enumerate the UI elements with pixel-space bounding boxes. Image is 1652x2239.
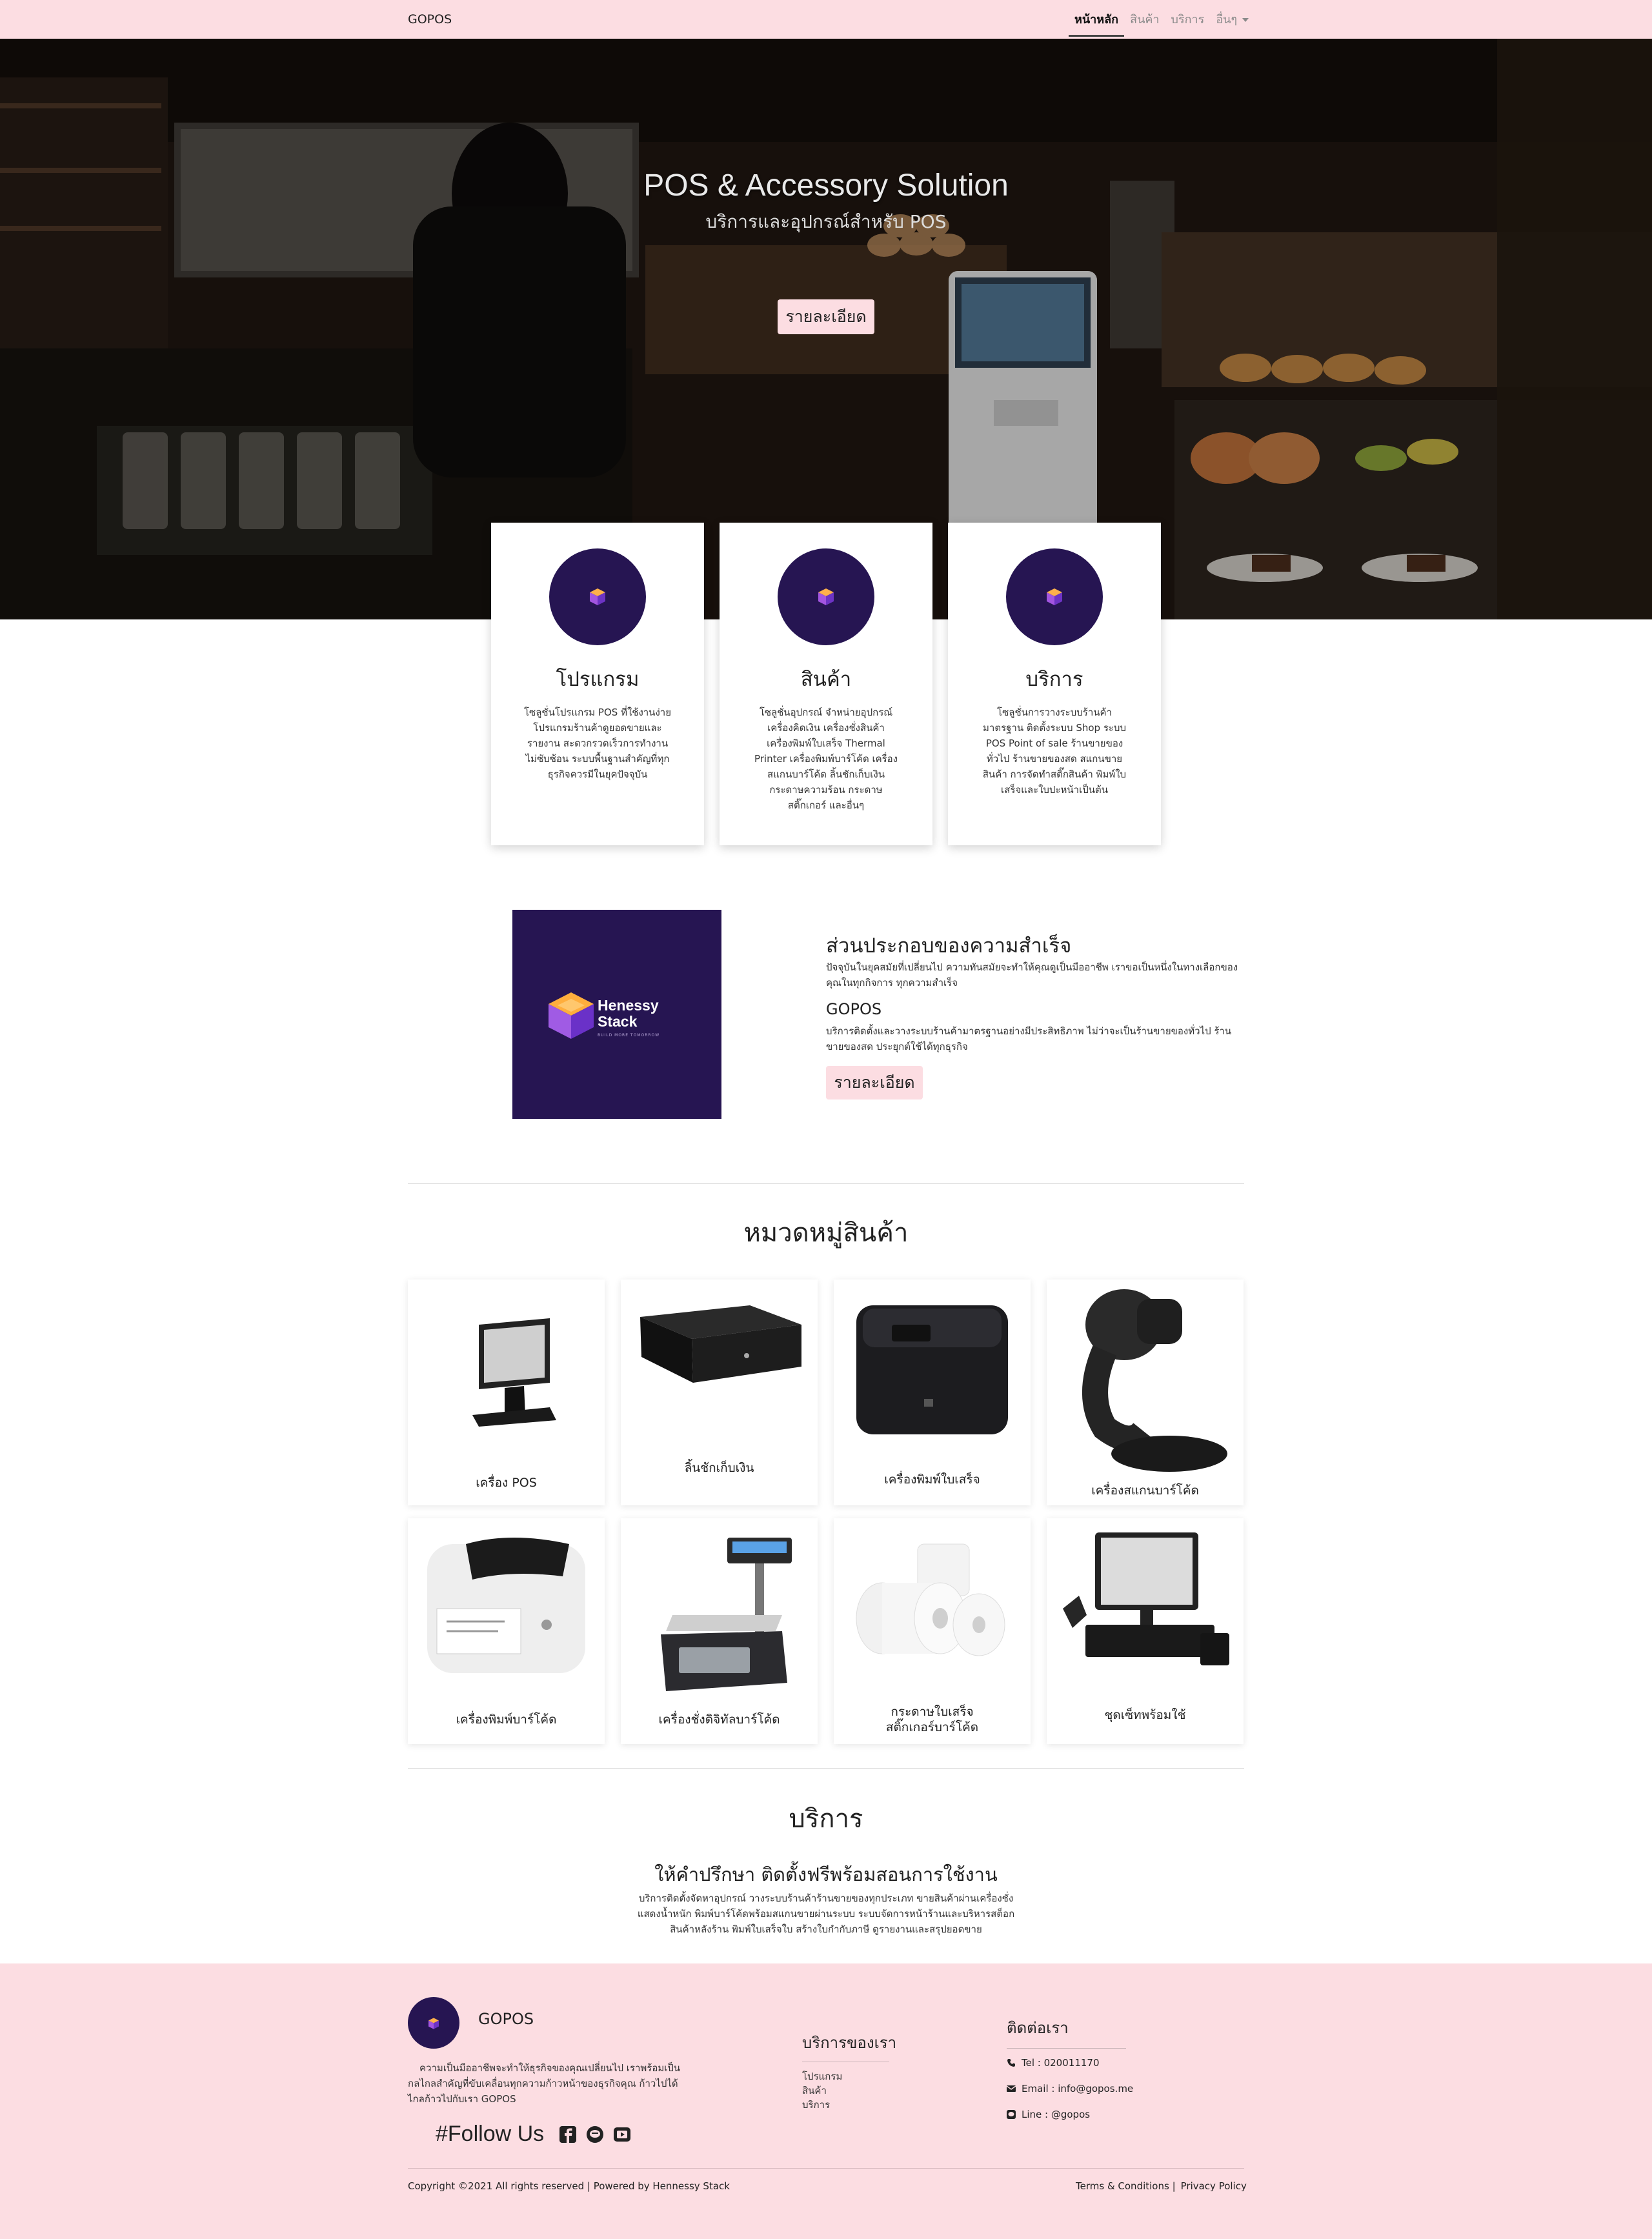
nav-dropdown-others[interactable]: อื่นๆ: [1210, 10, 1254, 37]
feature-card-program: โปรแกรม โซลูชั่นโปรแกรม POS ที่ใช้งานง่า…: [491, 523, 704, 845]
category-label: เครื่อง POS: [476, 1476, 537, 1490]
feature-cube-logo-icon: [778, 548, 874, 645]
feature-text: โซลูชั่นอุปกรณ์ จำหน่ายอุปกรณ์ เครื่องคิ…: [754, 707, 898, 811]
category-card-barcode-printer[interactable]: เครื่องพิมพ์บาร์โค้ด: [408, 1518, 605, 1744]
logo-wordmark-line-2: Stack: [598, 1013, 638, 1030]
nav-link-products[interactable]: สินค้า: [1124, 10, 1165, 37]
category-card-paper-rolls[interactable]: กระดาษใบเสร็จ สติ๊กเกอร์บาร์โค้ด: [834, 1518, 1031, 1744]
paper-rolls-icon: [856, 1543, 1005, 1656]
feature-title: โปรแกรม: [556, 668, 640, 691]
footer-brand: GOPOS: [478, 2010, 534, 2028]
success-paragraph: ปัจจุบันในยุคสมัยที่เปลี่ยนไป ความทันสมั…: [826, 961, 1238, 989]
category-label: เครื่องพิมพ์บาร์โค้ด: [456, 1712, 557, 1727]
feature-text: โซลูชั่นโปรแกรม POS ที่ใช้งานง่าย โปรแกร…: [523, 707, 672, 780]
footer: GOPOS ความเป็นมืออาชีพจะทำให้ธุรกิจของคุ…: [0, 1963, 1652, 2239]
feature-card-services: บริการ โซลูชั่นการวางระบบร้านค้ามาตรฐาน …: [948, 523, 1161, 845]
navbar: GOPOS หน้าหลัก สินค้า บริการ อื่นๆ: [0, 0, 1652, 39]
category-label: เครื่องสแกนบาร์โค้ด: [1091, 1483, 1199, 1498]
category-label: กระดาษใบเสร็จ สติ๊กเกอร์บาร์โค้ด: [834, 1704, 1031, 1735]
facebook-icon[interactable]: [559, 2125, 577, 2143]
contact-email[interactable]: Email : info@gopos.me: [1007, 2083, 1133, 2094]
footer-title-underline: [1007, 2048, 1126, 2049]
success-subtitle: GOPOS: [826, 1000, 882, 1018]
pos-set-icon: [1063, 1532, 1229, 1665]
category-label: เครื่องพิมพ์ใบเสร็จ: [884, 1472, 980, 1487]
barcode-printer-icon: [427, 1538, 585, 1673]
logo-wordmark-line-1: Henessy: [598, 997, 659, 1014]
category-card-barcode-scanner[interactable]: เครื่องสแกนบาร์โค้ด: [1047, 1280, 1244, 1505]
category-card-ready-set[interactable]: ชุดเซ็ทพร้อมใช้: [1047, 1518, 1244, 1744]
footer-link-services[interactable]: บริการ: [802, 2098, 842, 2112]
category-label: เครื่องชั่งดิจิทัลบาร์โค้ด: [658, 1712, 780, 1727]
category-card-receipt-printer[interactable]: เครื่องพิมพ์ใบเสร็จ: [834, 1280, 1031, 1505]
phone-icon: [1007, 2059, 1015, 2067]
nav-links: หน้าหลัก สินค้า บริการ อื่นๆ: [1069, 10, 1254, 37]
services-title: บริการ: [789, 1804, 863, 1834]
cash-drawer-icon: [640, 1305, 801, 1383]
line-app-icon: [1007, 2110, 1016, 2119]
contact-line-text: Line : @gopos: [1022, 2109, 1091, 2120]
nav-link-services[interactable]: บริการ: [1165, 10, 1211, 37]
category-card-pos[interactable]: เครื่อง POS: [408, 1280, 605, 1505]
category-label: ลิ้นชักเก็บเงิน: [684, 1461, 754, 1475]
success-title: ส่วนประกอบของความสำเร็จ: [826, 934, 1072, 958]
privacy-link[interactable]: Privacy Policy: [1181, 2180, 1247, 2192]
cube-logo-icon: [428, 2018, 439, 2029]
follow-us-label: #Follow Us: [436, 2122, 545, 2146]
copyright-text: Copyright ©2021 All rights reserved | Po…: [408, 2180, 730, 2192]
feature-text: โซลูชั่นการวางระบบร้านค้ามาตรฐาน ติดตั้ง…: [982, 707, 1127, 796]
nav-dropdown-label: อื่นๆ: [1216, 13, 1238, 26]
footer-divider: [408, 2168, 1244, 2169]
categories-title: หมวดหมู่สินค้า: [743, 1218, 909, 1248]
contact-line[interactable]: Line : @gopos: [1007, 2109, 1090, 2120]
youtube-icon[interactable]: [614, 2126, 631, 2143]
brand-logo-text[interactable]: GOPOS: [408, 12, 452, 26]
feature-cube-logo-icon: [549, 548, 646, 645]
hero-details-button[interactable]: รายละเอียด: [778, 299, 874, 334]
footer-service-links: โปรแกรม สินค้า บริการ: [802, 2069, 842, 2112]
feature-title: สินค้า: [800, 668, 852, 691]
contact-email-text: Email : info@gopos.me: [1022, 2083, 1134, 2094]
category-label: ชุดเซ็ทพร้อมใช้: [1104, 1708, 1186, 1722]
divider: [408, 1183, 1244, 1184]
nav-link-home[interactable]: หน้าหลัก: [1069, 10, 1125, 37]
stack-logo-icon: [549, 992, 594, 1039]
category-label-line-2: สติ๊กเกอร์บาร์โค้ด: [885, 1720, 979, 1734]
legal-links: Terms & Conditions | Privacy Policy: [1076, 2180, 1247, 2192]
hero-title: POS & Accessory Solution: [643, 168, 1009, 203]
divider: [408, 1768, 1244, 1769]
caret-down-icon: [1242, 18, 1249, 22]
service-text: บริการติดตั้งจัดหาอุปกรณ์ วางระบบร้านค้า…: [637, 1893, 1015, 1935]
feature-card-products: สินค้า โซลูชั่นอุปกรณ์ จำหน่ายอุปกรณ์ เค…: [720, 523, 932, 845]
footer-link-products[interactable]: สินค้า: [802, 2083, 842, 2098]
follow-us: #Follow Us: [436, 2122, 631, 2147]
feature-cube-logo-icon: [1006, 548, 1103, 645]
category-card-digital-scale[interactable]: เครื่องชั่งดิจิทัลบาร์โค้ด: [621, 1518, 818, 1744]
footer-services-title: บริการของเรา: [802, 2034, 897, 2052]
footer-about-text: ความเป็นมืออาชีพจะทำให้ธุรกิจของคุณเปลี่…: [408, 2062, 681, 2105]
logo-tagline: BUILD MORE TOMORROW: [598, 1033, 660, 1038]
hero-subtitle: บริการและอุปกรณ์สำหรับ POS: [705, 211, 947, 232]
envelope-icon: [1007, 2085, 1016, 2092]
footer-contact-title: ติดต่อเรา: [1007, 2019, 1069, 2037]
pos-terminal-icon: [472, 1318, 556, 1427]
category-card-cash-drawer[interactable]: ลิ้นชักเก็บเงิน: [621, 1280, 818, 1505]
digital-scale-icon: [661, 1538, 792, 1691]
contact-tel-text: Tel : 020011170: [1022, 2057, 1100, 2069]
terms-link[interactable]: Terms & Conditions |: [1076, 2180, 1176, 2192]
receipt-printer-icon: [856, 1305, 1008, 1434]
footer-link-program[interactable]: โปรแกรม: [802, 2069, 842, 2083]
contact-tel[interactable]: Tel : 020011170: [1007, 2057, 1100, 2069]
service-heading: ให้คำปรึกษา ติดตั้งฟรีพร้อมสอนการใช้งาน: [654, 1863, 998, 1885]
barcode-scanner-icon: [1082, 1289, 1227, 1472]
feature-title: บริการ: [1025, 668, 1083, 691]
success-details-button[interactable]: รายละเอียด: [826, 1066, 923, 1099]
logo-wordmark: Henessy Stack: [598, 998, 659, 1030]
line-icon[interactable]: [587, 2125, 604, 2143]
footer-logo[interactable]: [408, 1997, 459, 2049]
success-paragraph-2: บริการติดตั้งและวางระบบร้านค้ามาตรฐานอย่…: [826, 1025, 1232, 1052]
henessy-stack-logo: Henessy Stack BUILD MORE TOMORROW: [512, 910, 721, 1119]
category-label-line-1: กระดาษใบเสร็จ: [891, 1705, 974, 1719]
